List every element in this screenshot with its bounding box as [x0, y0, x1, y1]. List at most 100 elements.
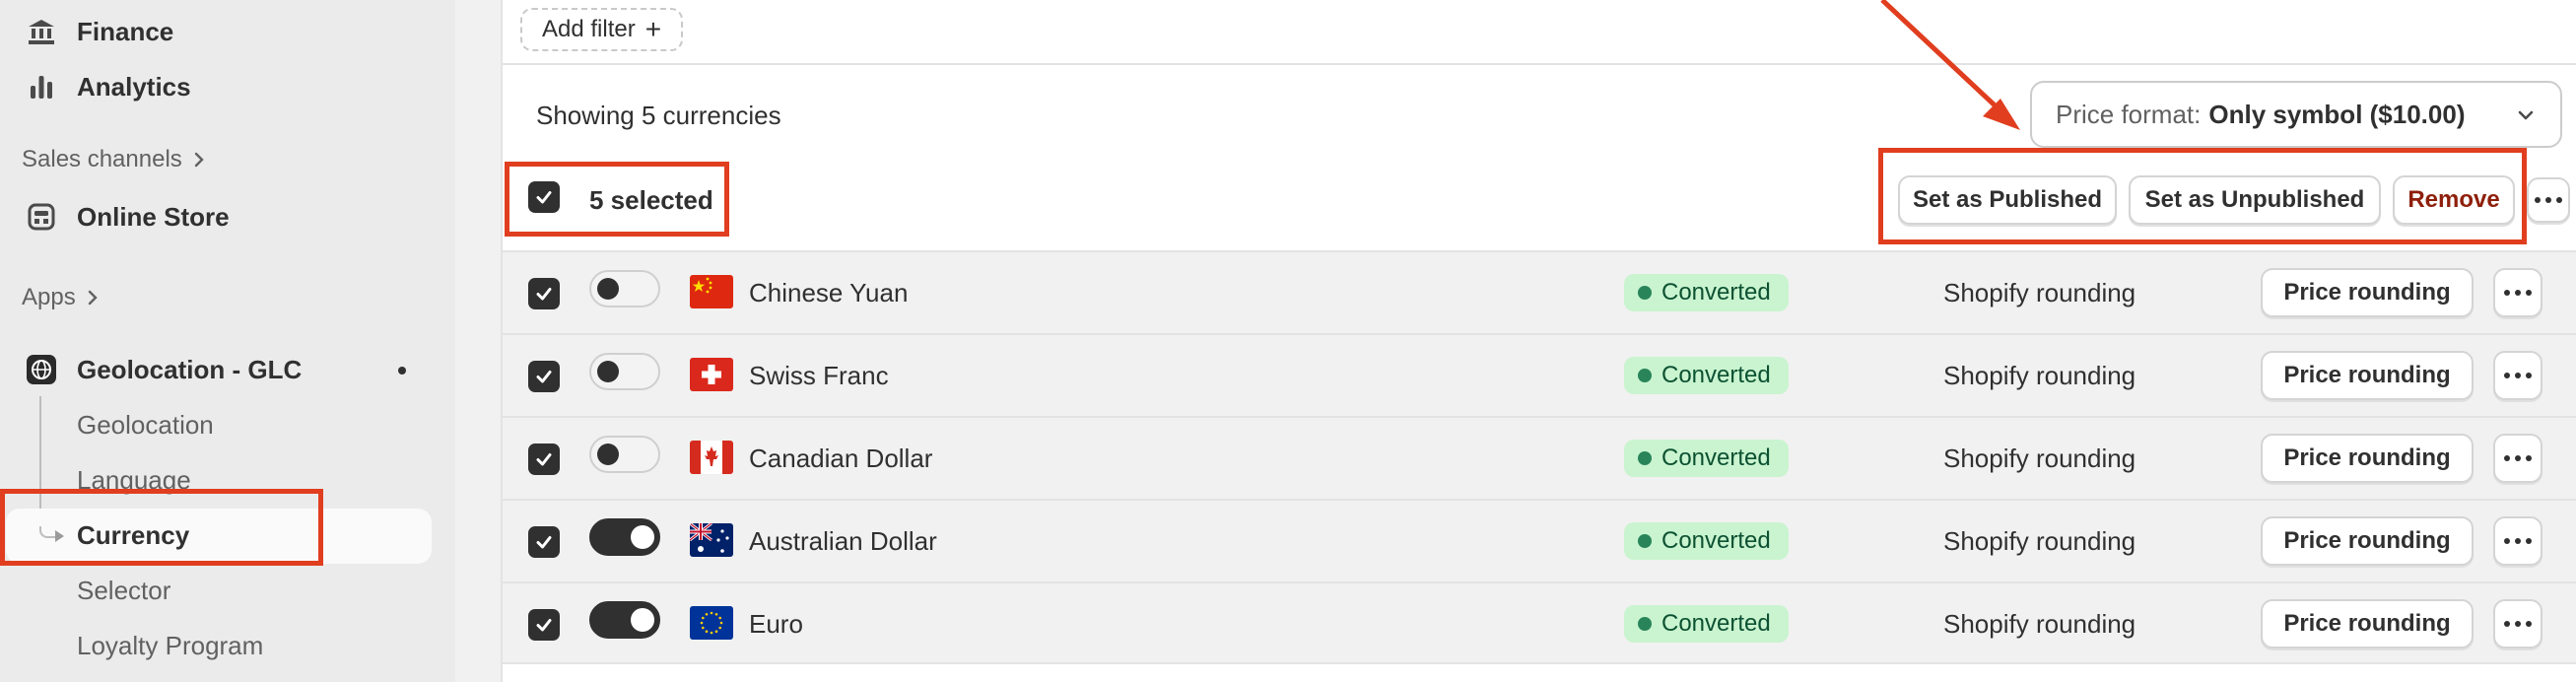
selected-count: 5 selected	[589, 185, 713, 215]
currency-row[interactable]: Australian Dollar Converted Shopify roun…	[503, 499, 2576, 581]
more-horizontal-icon	[2504, 538, 2532, 544]
row-more-actions-button[interactable]	[2493, 268, 2542, 317]
sales-channels-header[interactable]: Sales channels	[22, 146, 206, 173]
active-item-highlight	[6, 509, 432, 564]
chevron-down-icon	[2518, 110, 2534, 120]
sidebar-item-finance[interactable]: Finance	[0, 4, 434, 59]
row-checkbox[interactable]	[528, 443, 560, 475]
price-format-select[interactable]: Price format: Only symbol ($10.00)	[2030, 81, 2562, 148]
row-more-actions-button[interactable]	[2493, 599, 2542, 648]
section-label: Sales channels	[22, 146, 182, 172]
currency-row[interactable]: Canadian Dollar Converted Shopify roundi…	[503, 416, 2576, 499]
sidebar-item-label: Analytics	[77, 71, 191, 102]
row-checkbox[interactable]	[528, 278, 560, 309]
more-horizontal-icon	[2504, 455, 2532, 461]
chevron-right-icon	[194, 152, 204, 168]
checkmark-icon	[536, 453, 552, 466]
checkmark-icon	[536, 288, 552, 301]
apps-header[interactable]: Apps	[22, 284, 100, 311]
status-dot-icon	[1638, 286, 1652, 300]
row-checkbox[interactable]	[528, 609, 560, 641]
remove-button[interactable]: Remove	[2393, 175, 2515, 225]
rounding-method: Shopify rounding	[1943, 443, 2136, 473]
row-checkbox[interactable]	[528, 361, 560, 392]
section-label: Apps	[22, 284, 76, 310]
checkmark-icon	[536, 191, 552, 204]
currency-name: Australian Dollar	[749, 526, 937, 556]
filter-bar: Add filter +	[503, 0, 2576, 65]
chevron-right-icon	[88, 290, 98, 306]
sidebar-subitem-language[interactable]: Language	[77, 465, 191, 496]
sidebar-subitem-loyalty-program[interactable]: Loyalty Program	[77, 631, 263, 661]
status-dot-icon	[1638, 617, 1652, 631]
sidebar-item-online-store[interactable]: Online Store	[0, 189, 434, 244]
rounding-method: Shopify rounding	[1943, 526, 2136, 556]
currency-row[interactable]: Swiss Franc Converted Shopify rounding P…	[503, 333, 2576, 416]
publish-toggle[interactable]	[589, 518, 660, 556]
status-dot-icon	[1638, 369, 1652, 382]
set-as-published-button[interactable]: Set as Published	[1898, 175, 2117, 225]
rounding-method: Shopify rounding	[1943, 278, 2136, 307]
row-more-actions-button[interactable]	[2493, 434, 2542, 483]
price-rounding-button[interactable]: Price rounding	[2261, 434, 2474, 483]
currency-row[interactable]: Euro Converted Shopify rounding Price ro…	[503, 581, 2576, 664]
store-icon	[26, 201, 57, 233]
row-more-actions-button[interactable]	[2493, 351, 2542, 400]
currency-name: Swiss Franc	[749, 361, 889, 390]
sidebar: Finance Analytics Sales channels Online …	[0, 0, 455, 682]
status-badge: Converted	[1624, 605, 1789, 643]
status-badge: Converted	[1624, 357, 1789, 394]
publish-toggle[interactable]	[589, 601, 660, 639]
price-format-label: Price format:	[2056, 99, 2202, 129]
china-flag-icon	[690, 275, 733, 308]
bulk-actions-bar: 5 selected Set as Published Set as Unpub…	[503, 158, 2576, 237]
sidebar-subitem-selector[interactable]: Selector	[77, 576, 170, 606]
sidebar-item-geolocation-app[interactable]: Geolocation - GLC	[0, 342, 434, 397]
canada-flag-icon	[690, 441, 733, 474]
app-window: Finance Analytics Sales channels Online …	[0, 0, 2576, 682]
checkmark-icon	[536, 536, 552, 549]
price-rounding-button[interactable]: Price rounding	[2261, 351, 2474, 400]
australia-flag-icon	[690, 523, 733, 557]
plus-icon: +	[644, 14, 662, 44]
currency-name: Canadian Dollar	[749, 443, 933, 473]
currency-name: Euro	[749, 609, 803, 639]
bulk-more-actions-button[interactable]	[2527, 177, 2570, 223]
publish-toggle[interactable]	[589, 353, 660, 390]
tree-arrow-icon	[55, 530, 64, 542]
switzerland-flag-icon	[690, 358, 733, 391]
more-horizontal-icon	[2504, 290, 2532, 296]
status-dot-icon	[1638, 451, 1652, 465]
eu-flag-icon	[690, 606, 733, 640]
add-filter-label: Add filter	[542, 16, 636, 42]
sidebar-item-analytics[interactable]: Analytics	[0, 59, 434, 114]
currency-name: Chinese Yuan	[749, 278, 909, 307]
rounding-method: Shopify rounding	[1943, 361, 2136, 390]
rounding-method: Shopify rounding	[1943, 609, 2136, 639]
sidebar-item-label: Geolocation - GLC	[77, 354, 303, 384]
status-badge: Converted	[1624, 274, 1789, 311]
main-content: Add filter + Showing 5 currencies Price …	[501, 0, 2576, 682]
row-more-actions-button[interactable]	[2493, 516, 2542, 566]
more-horizontal-icon	[2535, 197, 2562, 203]
row-checkbox[interactable]	[528, 526, 560, 558]
publish-toggle[interactable]	[589, 436, 660, 473]
price-rounding-button[interactable]: Price rounding	[2261, 516, 2474, 566]
sidebar-subitem-geolocation[interactable]: Geolocation	[77, 410, 214, 441]
currency-row[interactable]: Chinese Yuan Converted Shopify rounding …	[503, 250, 2576, 333]
status-badge: Converted	[1624, 440, 1789, 477]
unread-dot	[398, 367, 406, 375]
sidebar-item-label: Online Store	[77, 201, 230, 232]
bank-icon	[26, 16, 57, 47]
more-horizontal-icon	[2504, 621, 2532, 627]
more-horizontal-icon	[2504, 373, 2532, 378]
price-rounding-button[interactable]: Price rounding	[2261, 599, 2474, 648]
publish-toggle[interactable]	[589, 270, 660, 307]
price-rounding-button[interactable]: Price rounding	[2261, 268, 2474, 317]
select-all-checkbox[interactable]	[528, 181, 560, 213]
add-filter-button[interactable]: Add filter +	[520, 8, 684, 51]
set-as-unpublished-button[interactable]: Set as Unpublished	[2129, 175, 2381, 225]
sidebar-item-label: Finance	[77, 16, 174, 46]
checkmark-icon	[536, 371, 552, 383]
sidebar-subitem-currency[interactable]: Currency	[77, 520, 189, 551]
